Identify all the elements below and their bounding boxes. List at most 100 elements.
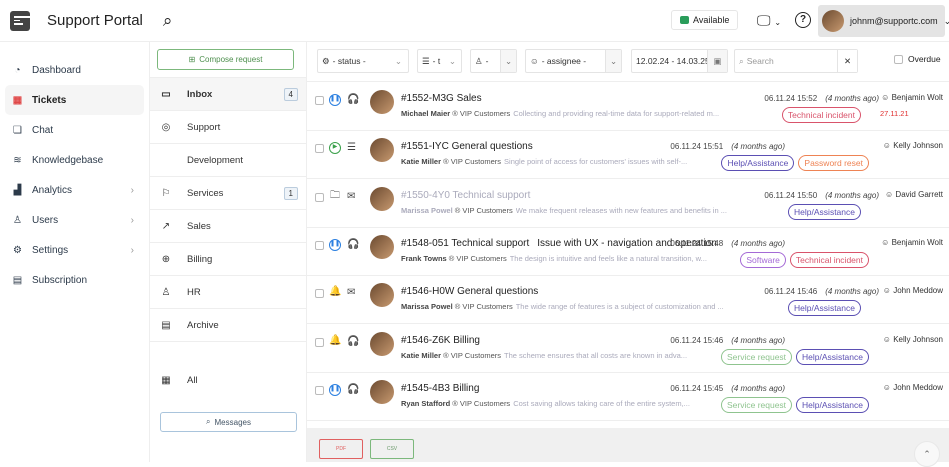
gear-icon: ⚙: [13, 244, 22, 256]
ticket-row[interactable]: ❚❚ 🎧 #1545-4B3 Billing Ryan Stafford ® V…: [307, 373, 949, 421]
messages-button[interactable]: ⌕ Messages: [160, 412, 297, 432]
export-pdf-button[interactable]: PDF: [319, 439, 363, 459]
ticket-row[interactable]: 🗀 ✉ #1550-4Y0 Technical support Marissa …: [307, 180, 949, 228]
status-filter[interactable]: ⚙ - status - ⌄: [317, 49, 409, 73]
ticket-title[interactable]: #1550-4Y0 Technical support: [401, 190, 530, 201]
chevron-down-icon[interactable]: ⌄: [605, 50, 621, 72]
row-checkbox[interactable]: [315, 192, 324, 202]
tag-list: Help/Assistance Password reset: [721, 155, 869, 172]
folder-label: All: [187, 375, 198, 386]
tag-badge[interactable]: Software: [740, 251, 786, 268]
pause-icon[interactable]: ❚❚: [329, 383, 341, 396]
sidebar-item-settings[interactable]: ⚙ Settings ›: [5, 235, 144, 265]
ticket-row[interactable]: ❚❚ 🎧 #1552-M3G Sales Michael Maier ® VIP…: [307, 83, 949, 131]
row-checkbox[interactable]: [315, 144, 324, 154]
chevron-down-icon: ⌄: [394, 55, 402, 66]
list-icon: ☰: [422, 55, 430, 66]
type-filter[interactable]: ☰ - t ⌄: [417, 49, 462, 73]
tag-list: Help/Assistance: [788, 300, 861, 317]
bell-icon[interactable]: 🔔: [329, 287, 341, 299]
date-value: 12.02.24 - 14.03.25: [636, 56, 710, 66]
ticket-row[interactable]: 🔔 ✉ #1546-H0W General questions Marissa …: [307, 276, 949, 325]
sidebar-item-analytics[interactable]: ▟ Analytics ›: [5, 175, 144, 205]
folder-icon: ▤: [161, 319, 171, 331]
bell-icon[interactable]: 🔔: [329, 335, 341, 348]
group-filter[interactable]: ♙ - ⌄: [470, 49, 517, 73]
compose-label: Compose request: [199, 55, 263, 64]
ticket-title[interactable]: #1551-IYC General questions: [401, 141, 533, 152]
pause-icon[interactable]: ❚❚: [329, 238, 341, 251]
calendar-icon: ▤: [12, 274, 23, 286]
search-input[interactable]: ⌕ Search ✕: [734, 49, 858, 73]
clear-icon[interactable]: ✕: [837, 50, 857, 72]
sidebar-item-dashboard[interactable]: ◔ Dashboard: [5, 55, 144, 85]
folder-development[interactable]: Development: [150, 144, 306, 177]
sidebar-item-knowledgebase[interactable]: ≋ Knowledgebase: [5, 145, 144, 175]
tag-badge[interactable]: Technical incident: [789, 251, 869, 268]
tag-badge[interactable]: Password reset: [798, 155, 869, 172]
folder-icon[interactable]: 🗀: [329, 190, 341, 203]
tag-badge[interactable]: Help/Assistance: [721, 155, 795, 172]
folder-label: HR: [187, 286, 201, 298]
folder-all[interactable]: ▦ All: [150, 364, 306, 397]
ticket-age: (4 months ago): [731, 335, 785, 345]
date-range-input[interactable]: 12.02.24 - 14.03.25 ▣: [631, 49, 728, 73]
plus-icon: ⊞: [188, 55, 196, 64]
user-menu[interactable]: johnm@supportc.com ⌄: [818, 5, 949, 37]
availability-button[interactable]: Available: [671, 10, 739, 30]
row-checkbox[interactable]: [315, 289, 324, 299]
status-value: - status -: [332, 56, 366, 66]
pause-icon[interactable]: ❚❚: [329, 94, 341, 106]
ticket-row[interactable]: ❚❚ 🎧 #1548-051 Technical support Issue wi…: [307, 228, 949, 276]
checkbox[interactable]: [894, 54, 903, 64]
search-icon: ⌕: [206, 417, 211, 426]
assignee-icon: ☺: [882, 382, 891, 392]
sidebar-item-users[interactable]: ♙ Users ›: [5, 205, 144, 235]
chevron-down-icon[interactable]: ⌄: [500, 50, 516, 72]
row-checkbox[interactable]: [315, 240, 324, 250]
folder-services[interactable]: ⚐ Services 1: [150, 177, 306, 210]
folder-archive[interactable]: ▤ Archive: [150, 309, 306, 342]
menu-icon[interactable]: [10, 10, 30, 31]
headset-icon: 🎧: [347, 238, 360, 250]
assignee-filter[interactable]: ☺ - assignee - ⌄: [525, 49, 622, 73]
row-checkbox[interactable]: [315, 96, 324, 105]
sidebar-item-subscription[interactable]: ▤ Subscription: [5, 265, 144, 295]
tag-badge[interactable]: Help/Assistance: [796, 348, 869, 365]
monitor-icon[interactable]: 🖵 ⌄: [757, 12, 781, 29]
ticket-title[interactable]: #1545-4B3 Billing: [401, 383, 479, 394]
ticket-date: 06.11.24 15:45: [670, 383, 724, 393]
folder-support[interactable]: ◎ Support: [150, 111, 306, 144]
folder-inbox[interactable]: ▭ Inbox 4: [150, 78, 306, 111]
scroll-top-button[interactable]: ⌃: [914, 441, 940, 467]
folder-hr[interactable]: ♙ HR: [150, 276, 306, 309]
sidebar-item-tickets[interactable]: ▦ Tickets: [5, 85, 144, 115]
row-checkbox[interactable]: [315, 385, 324, 395]
help-icon[interactable]: ?: [795, 12, 811, 28]
row-checkbox[interactable]: [315, 337, 324, 347]
tag-badge[interactable]: Help/Assistance: [788, 300, 861, 317]
ticket-row[interactable]: ▶ ☰ #1551-IYC General questions Katie Mi…: [307, 131, 949, 180]
search-icon[interactable]: ⌕: [163, 11, 173, 31]
ticket-title[interactable]: #1552-M3G Sales: [401, 93, 482, 104]
calendar-icon[interactable]: ▣: [707, 50, 727, 72]
tag-badge[interactable]: Service request: [720, 396, 793, 413]
folder-billing[interactable]: ⊕ Billing: [150, 243, 306, 276]
overdue-checkbox[interactable]: Overdue: [894, 54, 941, 64]
compose-request-button[interactable]: ⊞ Compose request: [157, 49, 294, 70]
tag-badge[interactable]: Service request: [720, 348, 793, 365]
filter-bar: ⚙ - status - ⌄ ☰ - t ⌄ ♙ - ⌄ ☺ - assignee - ⌄ 12…: [307, 42, 949, 82]
assignee-icon: ☺: [881, 93, 890, 102]
ticket-title[interactable]: #1546-Z6K Billing: [401, 335, 480, 346]
folder-sales[interactable]: ↗ Sales: [150, 210, 306, 243]
sidebar-item-chat[interactable]: ❏ Chat: [5, 115, 144, 145]
export-csv-button[interactable]: CSV: [370, 439, 414, 459]
play-icon[interactable]: ▶: [329, 142, 341, 155]
ticket-title[interactable]: #1546-H0W General questions: [401, 286, 538, 297]
chart-icon: ▟: [13, 184, 22, 196]
ticket-row[interactable]: 🔔 🎧 #1546-Z6K Billing Katie Miller ® VIP…: [307, 325, 949, 373]
tag-badge[interactable]: Help/Assistance: [788, 203, 861, 220]
tag-badge[interactable]: Help/Assistance: [796, 396, 869, 413]
top-bar: Support Portal ⌕ Available 🖵 ⌄ ? johnm@s…: [0, 0, 949, 42]
tag-badge[interactable]: Technical incident: [781, 107, 861, 123]
